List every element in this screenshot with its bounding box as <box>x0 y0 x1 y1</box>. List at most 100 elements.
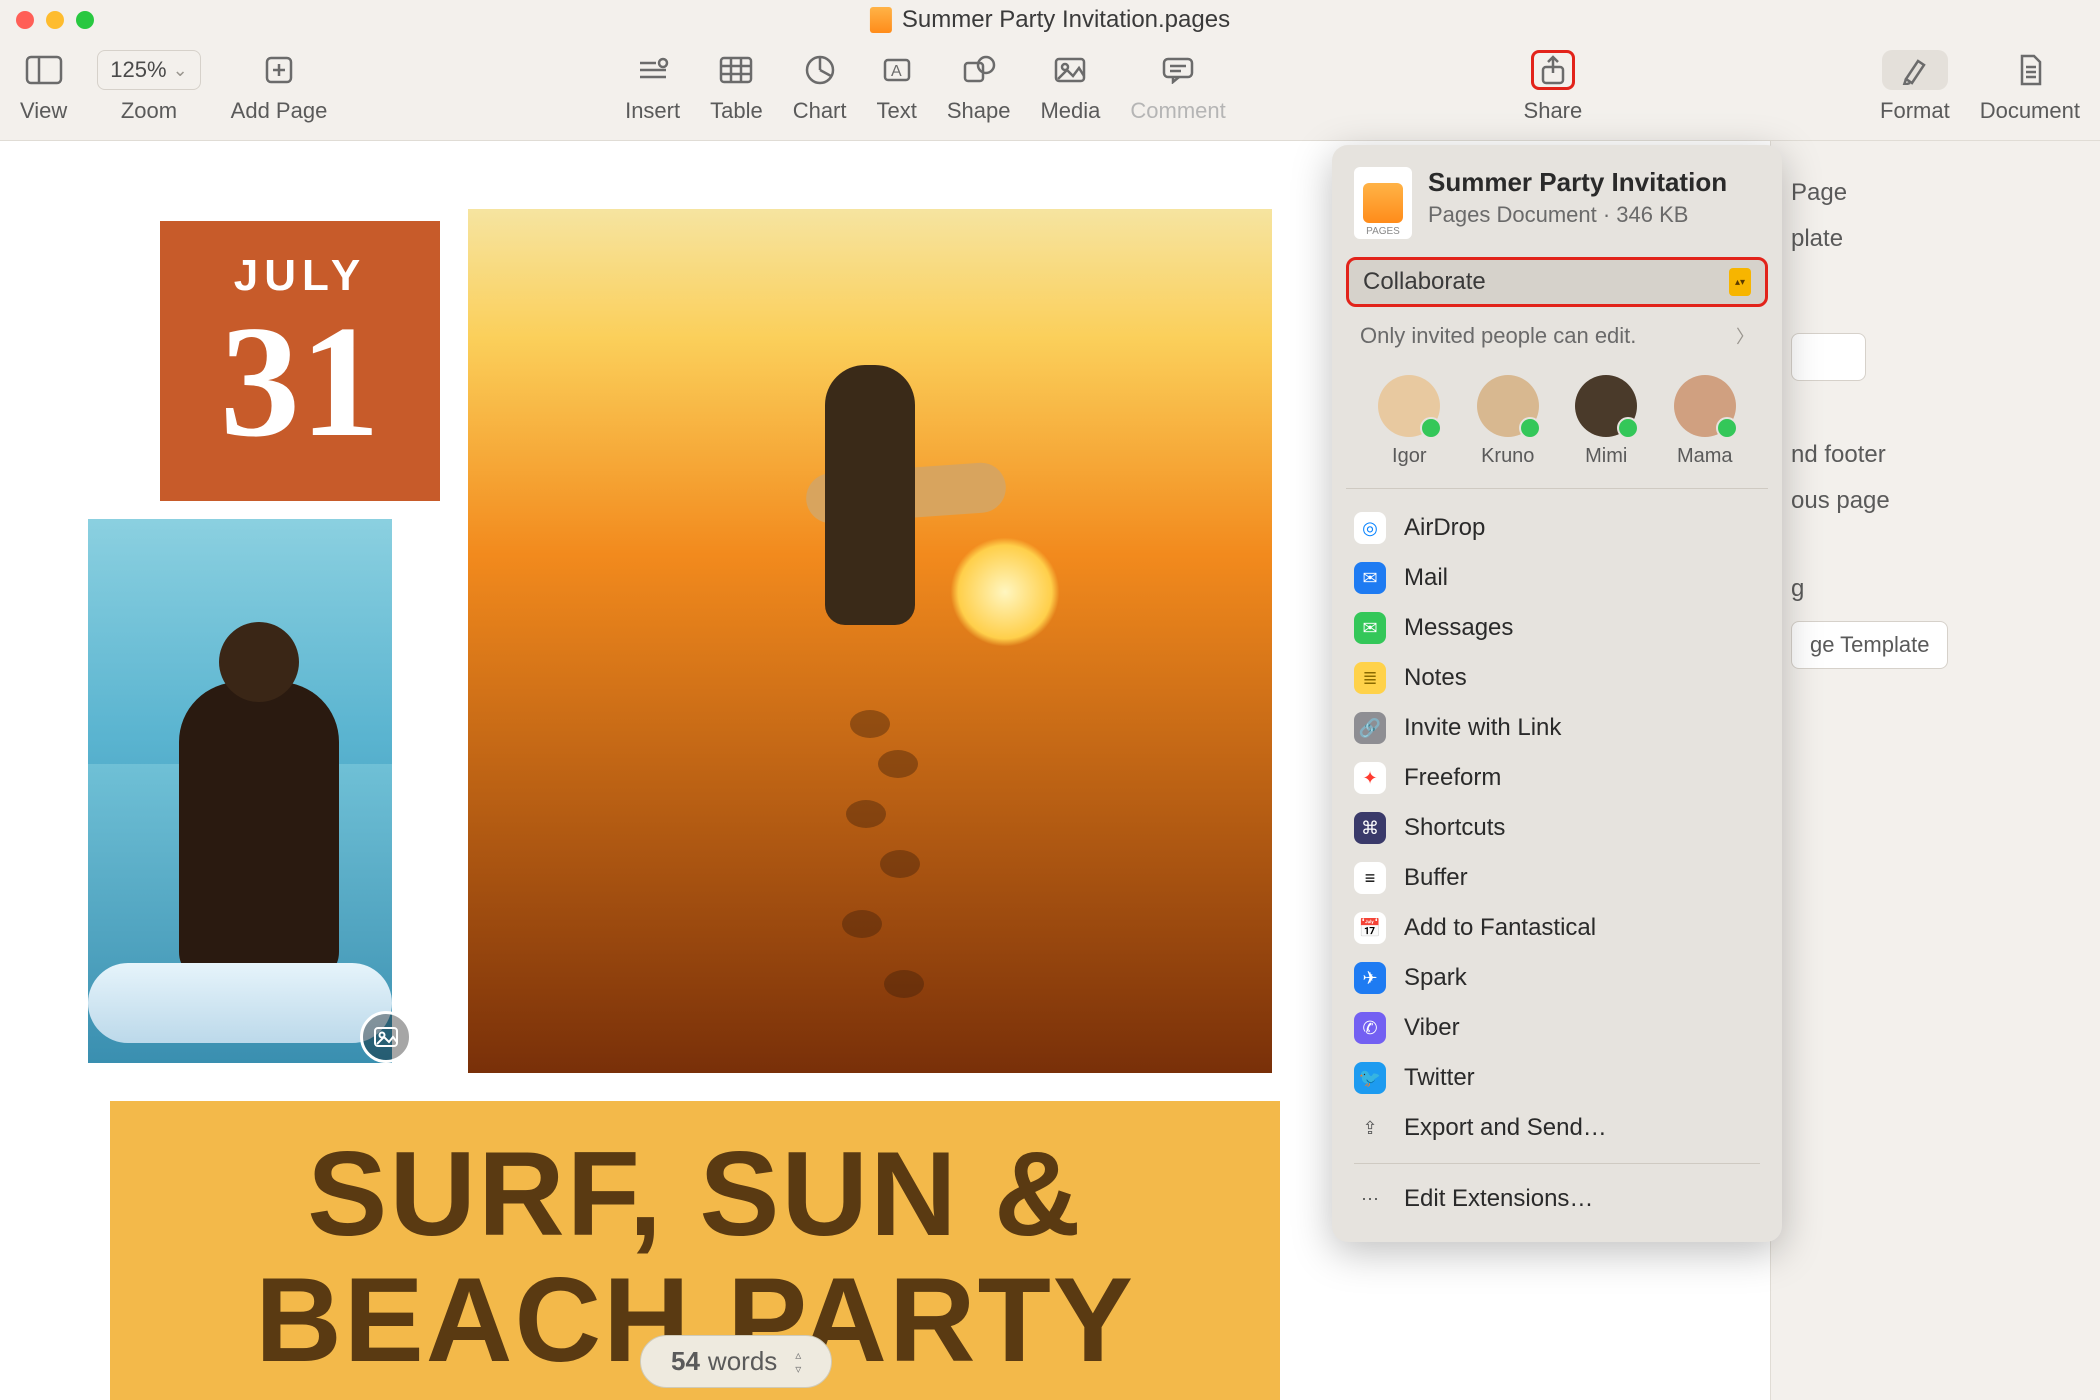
word-count-number: 54 <box>671 1346 700 1377</box>
app-icon: ✉ <box>1354 562 1386 594</box>
share-viber[interactable]: ✆Viber <box>1346 1003 1768 1053</box>
app-icon: 🔗 <box>1354 712 1386 744</box>
share-airdrop[interactable]: ◎AirDrop <box>1346 503 1768 553</box>
shape-icon <box>962 50 996 90</box>
inspector-panel: Page plate nd footer ous page g ge Templ… <box>1770 141 2100 1400</box>
edit-extensions[interactable]: ⋯ Edit Extensions… <box>1346 1174 1768 1224</box>
share-button[interactable]: Share <box>1524 50 1583 124</box>
inspector-prevpage-hint: ous page <box>1791 487 2080 515</box>
document-icon <box>2016 50 2044 90</box>
app-icon: ✈ <box>1354 962 1386 994</box>
permissions-row[interactable]: Only invited people can edit. 〉 <box>1346 315 1768 357</box>
document-thumbnail: PAGES <box>1354 167 1412 239</box>
media-button[interactable]: Media <box>1040 50 1100 124</box>
table-button[interactable]: Table <box>710 50 763 124</box>
share-mail[interactable]: ✉ Mail <box>1346 553 1768 603</box>
zoom-select[interactable]: 125% ⌄ <box>97 50 200 90</box>
app-label: Notes <box>1404 664 1467 692</box>
sidebar-icon <box>25 50 63 90</box>
surfer-photo[interactable] <box>80 511 400 1071</box>
svg-text:A: A <box>891 63 902 80</box>
chart-button[interactable]: Chart <box>793 50 847 124</box>
share-popover: PAGES Summer Party Invitation Pages Docu… <box>1332 145 1782 1242</box>
app-label: Mail <box>1404 564 1448 592</box>
surfboard2-shape <box>88 963 392 1043</box>
popover-subtitle: Pages Document · 346 KB <box>1428 202 1727 228</box>
share-icon <box>1531 50 1575 90</box>
person-name: Kruno <box>1481 445 1534 468</box>
fullscreen-window[interactable] <box>76 11 94 29</box>
inspector-tab-page[interactable]: Page <box>1791 179 2080 207</box>
share-export-and-send-[interactable]: ⇪Export and Send… <box>1346 1103 1768 1153</box>
person-mama[interactable]: Mama <box>1674 375 1736 468</box>
app-icon: 📅 <box>1354 912 1386 944</box>
comment-icon <box>1161 50 1195 90</box>
format-icon <box>1882 50 1948 90</box>
collaborate-dropdown[interactable]: Collaborate ▴▾ <box>1346 257 1768 307</box>
document-button[interactable]: Document <box>1980 50 2080 124</box>
share-messages[interactable]: ✉Messages <box>1346 603 1768 653</box>
date-block[interactable]: JULY 31 <box>160 221 440 501</box>
app-label: Twitter <box>1404 1064 1475 1092</box>
person-name: Mama <box>1677 445 1733 468</box>
app-icon: ≡ <box>1354 862 1386 894</box>
inspector-blank-button[interactable] <box>1791 333 1866 381</box>
shape-button[interactable]: Shape <box>947 50 1011 124</box>
comment-button[interactable]: Comment <box>1130 50 1225 124</box>
people-row: Igor Kruno Mimi Mama <box>1346 357 1768 489</box>
change-template-button[interactable]: ge Template <box>1791 621 1948 669</box>
person-igor[interactable]: Igor <box>1378 375 1440 468</box>
minimize-window[interactable] <box>46 11 64 29</box>
app-label: Freeform <box>1404 764 1501 792</box>
titlebar: Summer Party Invitation.pages <box>0 0 2100 40</box>
text-button[interactable]: A Text <box>877 50 917 124</box>
share-notes[interactable]: ≣Notes <box>1346 653 1768 703</box>
document-filename: Summer Party Invitation.pages <box>902 6 1230 34</box>
pages-app-icon <box>870 7 892 33</box>
toolbar: View 125% ⌄ Zoom Add Page Insert Tab <box>0 40 2100 140</box>
person-silhouette <box>825 365 915 625</box>
main-area: JULY 31 SURF, SUN & BEACH PARTY <box>0 140 2100 1400</box>
share-spark[interactable]: ✈Spark <box>1346 953 1768 1003</box>
app-icon: ◎ <box>1354 512 1386 544</box>
close-window[interactable] <box>16 11 34 29</box>
app-label: Messages <box>1404 614 1513 642</box>
word-count-label: words <box>708 1346 777 1377</box>
insert-icon <box>636 50 670 90</box>
format-button[interactable]: Format <box>1880 50 1950 124</box>
share-twitter[interactable]: 🐦Twitter <box>1346 1053 1768 1103</box>
avatar <box>1477 375 1539 437</box>
share-shortcuts[interactable]: ⌘Shortcuts <box>1346 803 1768 853</box>
share-app-list: ◎AirDrop ✉ Mail ✉Messages≣Notes 🔗 Invite with… <box>1332 489 1782 1153</box>
app-label: Invite with Link <box>1404 714 1561 742</box>
beach-photo[interactable] <box>460 201 1280 1081</box>
view-button[interactable]: View <box>20 50 67 124</box>
share-freeform[interactable]: ✦ Freeform <box>1346 753 1768 803</box>
insert-button[interactable]: Insert <box>625 50 680 124</box>
word-count[interactable]: 54 words ▵▿ <box>640 1335 832 1388</box>
status-badge <box>1519 417 1541 439</box>
date-day: 31 <box>160 301 440 461</box>
chevron-right-icon: 〉 <box>1736 323 1754 349</box>
share-buffer[interactable]: ≡ Buffer <box>1346 853 1768 903</box>
stepper-icon: ▵▿ <box>795 1348 801 1376</box>
media-icon <box>1053 50 1087 90</box>
person-kruno[interactable]: Kruno <box>1477 375 1539 468</box>
add-page-button[interactable]: Add Page <box>231 50 328 124</box>
zoom-button[interactable]: 125% ⌄ Zoom <box>97 50 200 124</box>
window-title: Summer Party Invitation.pages <box>870 6 1230 34</box>
inspector-footer-hint: nd footer <box>1791 441 2080 469</box>
app-icon: ⌘ <box>1354 812 1386 844</box>
text-icon: A <box>881 50 913 90</box>
status-badge <box>1420 417 1442 439</box>
inspector-g-hint: g <box>1791 575 2080 603</box>
share-invite-with-link[interactable]: 🔗 Invite with Link <box>1346 703 1768 753</box>
app-icon: ✦ <box>1354 762 1386 794</box>
app-label: Buffer <box>1404 864 1468 892</box>
status-badge <box>1716 417 1738 439</box>
image-replace-button[interactable] <box>360 1011 412 1063</box>
popover-title: Summer Party Invitation <box>1428 167 1727 198</box>
app-icon: ✆ <box>1354 1012 1386 1044</box>
share-add-to-fantastical[interactable]: 📅Add to Fantastical <box>1346 903 1768 953</box>
person-mimi[interactable]: Mimi <box>1575 375 1637 468</box>
